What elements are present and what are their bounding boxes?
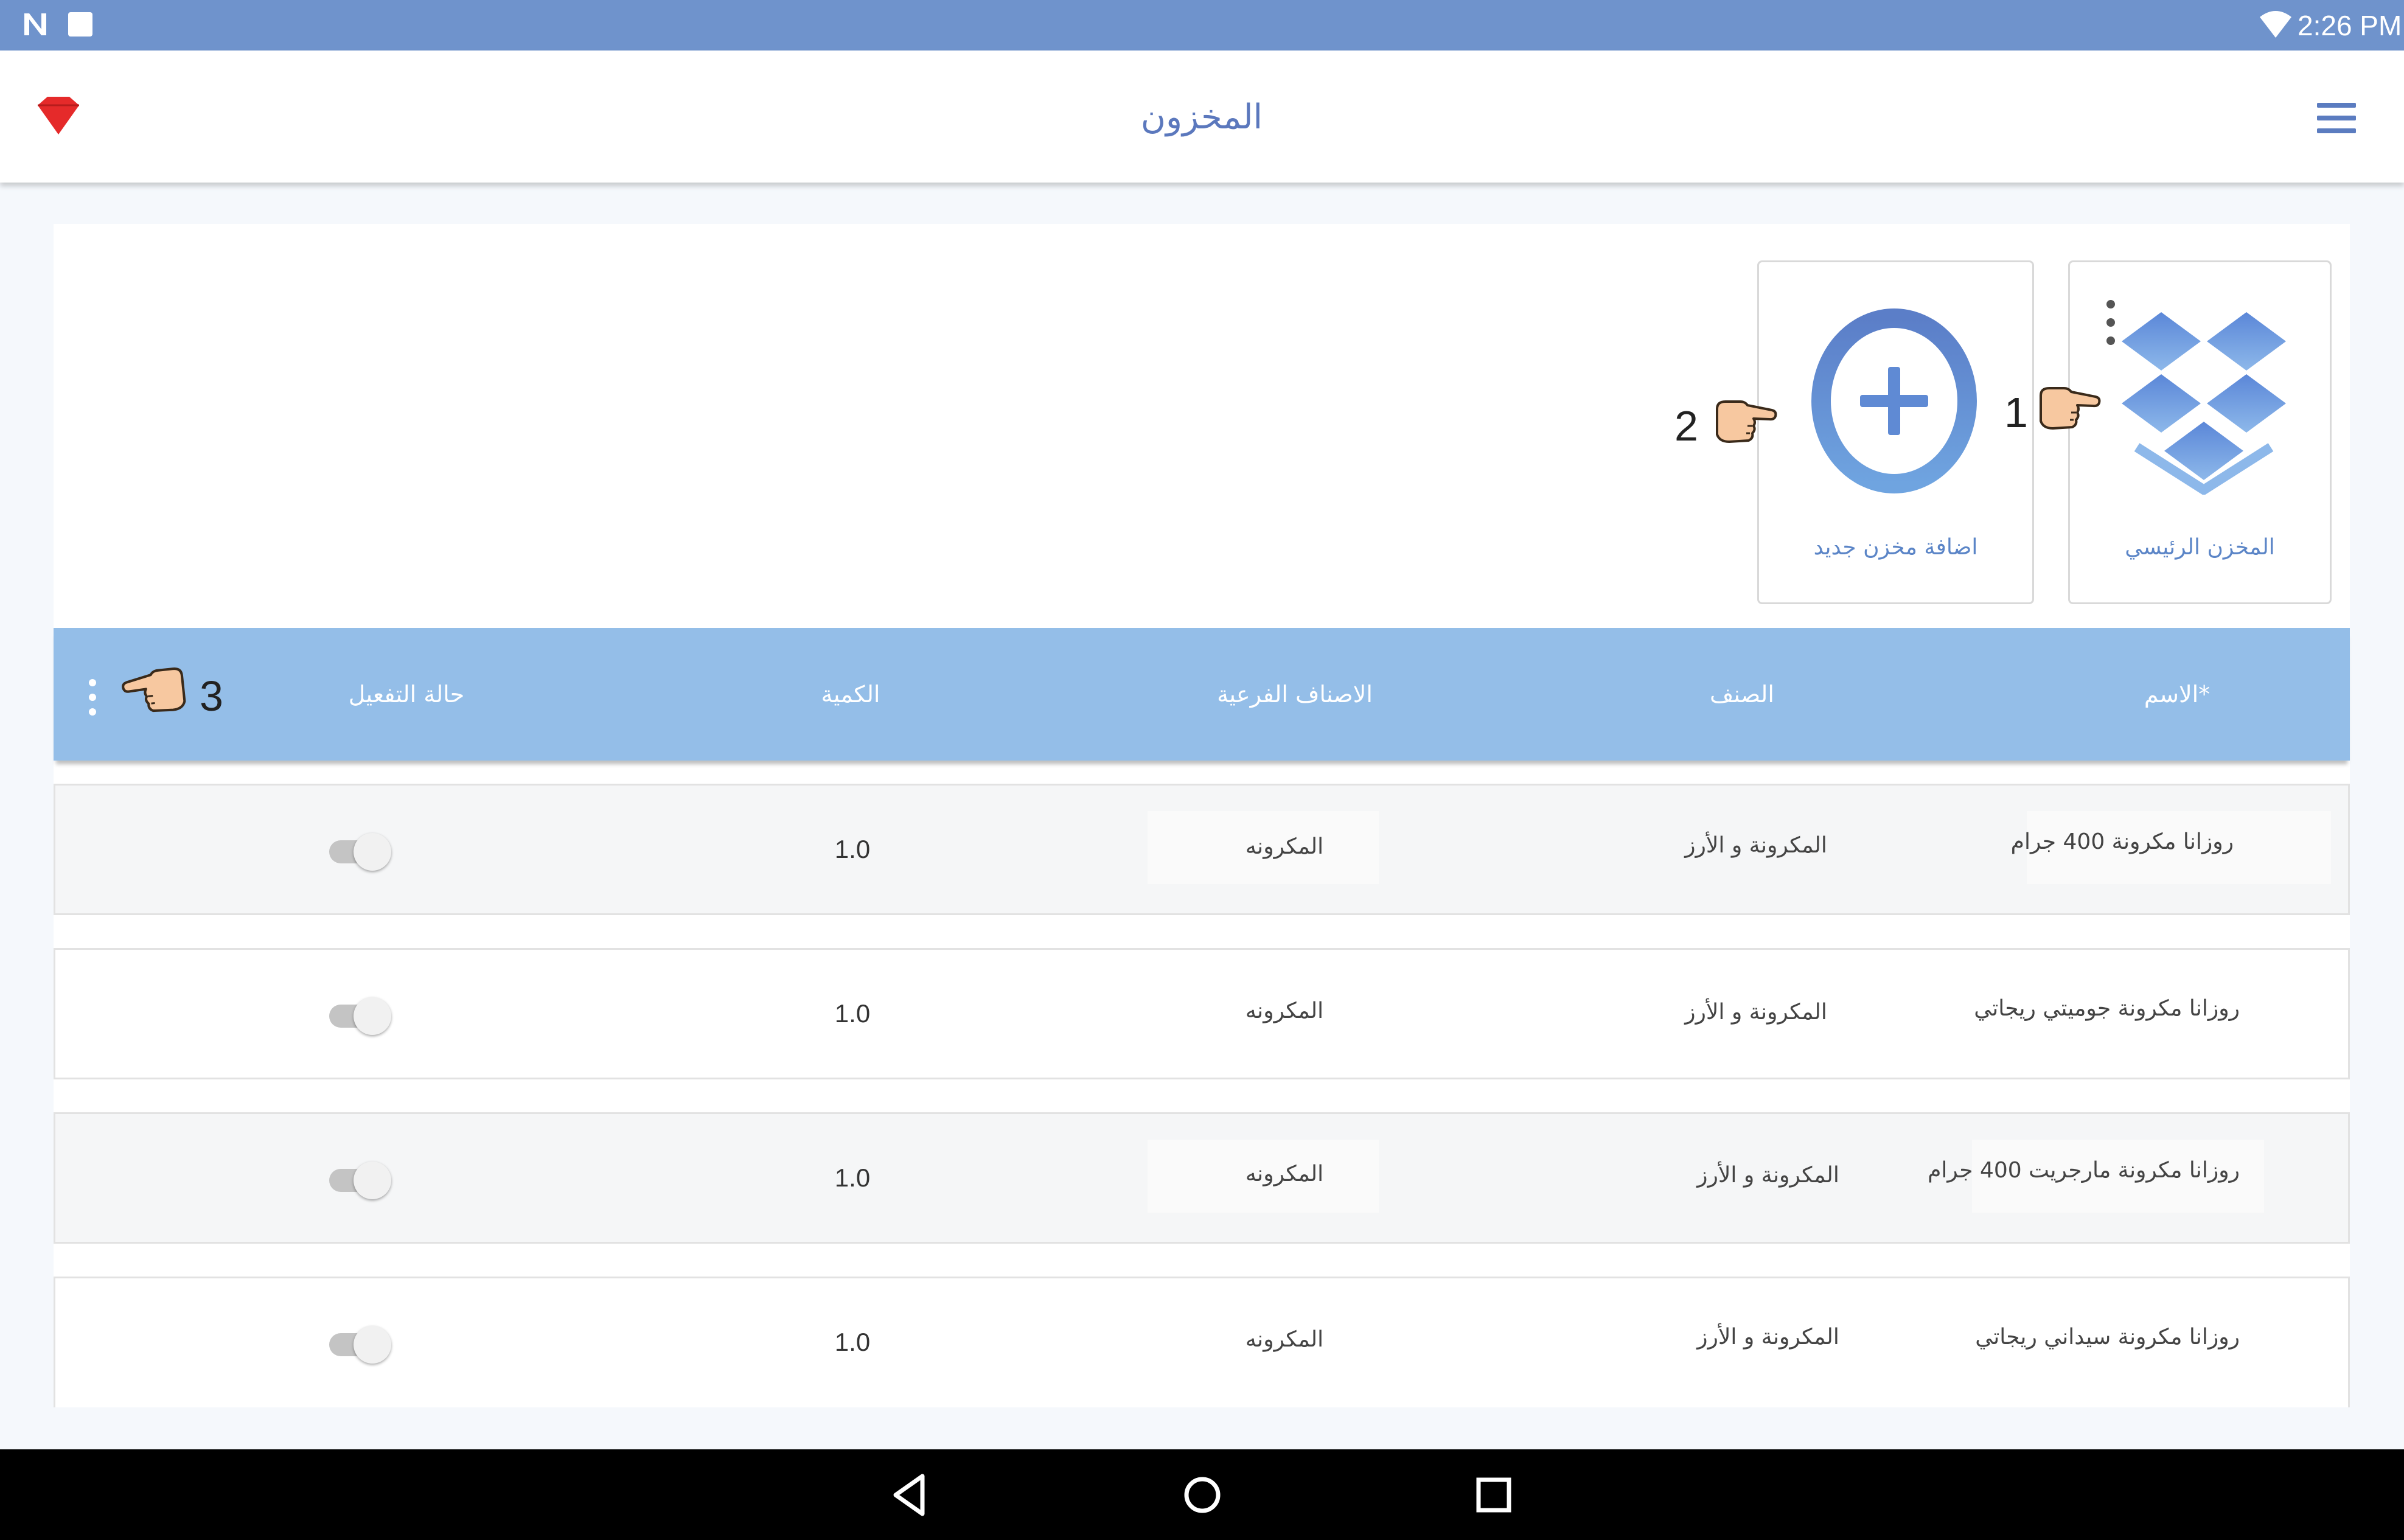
table-row[interactable]: روزانا مكرونة جوميتي ريجاتي المكرونة و ا… bbox=[54, 948, 2350, 1079]
warehouse-card-label: المخزن الرئيسي bbox=[2125, 535, 2275, 560]
activation-toggle[interactable] bbox=[329, 1162, 392, 1199]
column-header-quantity[interactable]: الكمية bbox=[699, 628, 1003, 761]
row-category: المكرونة و الأرز bbox=[1685, 833, 1827, 858]
status-time: 2:26 PM bbox=[2298, 10, 2402, 41]
activation-toggle[interactable] bbox=[329, 833, 392, 871]
row-quantity: 1.0 bbox=[834, 835, 871, 863]
inventory-panel: المخزن الرئيسي اضافة مخزن جديد 1 2 الاسم… bbox=[54, 224, 2350, 1407]
status-bar: 2:26 PM bbox=[0, 0, 2404, 51]
column-header-status[interactable]: حالة التفعيل bbox=[267, 628, 546, 761]
add-warehouse-label: اضافة مخزن جديد bbox=[1813, 535, 1978, 560]
annotation-number-3: 3 bbox=[200, 672, 223, 720]
wifi-icon bbox=[2260, 11, 2291, 38]
navigation-bar bbox=[0, 1449, 2404, 1540]
logo-icon bbox=[38, 97, 79, 134]
table-options-icon[interactable] bbox=[85, 679, 100, 716]
pointing-hand-icon bbox=[2040, 387, 2101, 430]
app-bar: المخزون bbox=[0, 51, 2404, 183]
home-icon[interactable] bbox=[1175, 1468, 1230, 1522]
dropbox-icon bbox=[2122, 312, 2286, 495]
table-row[interactable]: روزانا مكرونة سيداني ريجاتي المكرونة و ا… bbox=[54, 1277, 2350, 1407]
pointing-hand-icon bbox=[1716, 400, 1777, 443]
pointing-hand-icon bbox=[122, 667, 186, 713]
add-warehouse-card[interactable]: اضافة مخزن جديد bbox=[1757, 260, 2034, 604]
table-header: الاسم* الصنف الاصناف الفرعية الكمية حالة… bbox=[54, 628, 2350, 761]
warehouse-options-icon[interactable] bbox=[2104, 300, 2116, 349]
table-row[interactable]: روزانا مكرونة مارجريت 400 جرام المكرونة … bbox=[54, 1112, 2350, 1244]
activation-toggle[interactable] bbox=[329, 1326, 392, 1364]
add-circle-icon bbox=[1811, 308, 1977, 493]
row-category: المكرونة و الأرز bbox=[1697, 1325, 1839, 1350]
row-subcategory: المكرونه bbox=[1245, 1327, 1324, 1352]
annotation-number-2: 2 bbox=[1674, 402, 1698, 450]
n-notification-icon bbox=[24, 13, 46, 35]
row-subcategory: المكرونه bbox=[1245, 998, 1324, 1023]
row-quantity: 1.0 bbox=[834, 1328, 871, 1356]
row-subcategory: المكرونه bbox=[1245, 834, 1324, 859]
square-notification-icon bbox=[68, 12, 92, 37]
page-title: المخزون bbox=[1140, 97, 1263, 137]
warehouse-card-main[interactable]: المخزن الرئيسي bbox=[2068, 260, 2332, 604]
annotation-number-1: 1 bbox=[2004, 389, 2028, 436]
table-row[interactable]: روزانا مكرونة 400 جرام المكرونة و الأرز … bbox=[54, 784, 2350, 915]
activation-toggle[interactable] bbox=[329, 997, 392, 1035]
row-quantity: 1.0 bbox=[834, 1163, 871, 1192]
row-category: المكرونة و الأرز bbox=[1697, 1163, 1839, 1188]
back-icon[interactable] bbox=[883, 1468, 938, 1522]
recents-icon[interactable] bbox=[1466, 1468, 1521, 1522]
row-subcategory: المكرونه bbox=[1245, 1162, 1324, 1186]
hamburger-menu-icon[interactable] bbox=[2317, 103, 2356, 133]
row-quantity: 1.0 bbox=[834, 999, 871, 1028]
row-category: المكرونة و الأرز bbox=[1685, 1000, 1827, 1025]
column-header-name[interactable]: الاسم* bbox=[2025, 628, 2329, 761]
column-header-category[interactable]: الصنف bbox=[1575, 628, 1909, 761]
column-header-subcategories[interactable]: الاصناف الفرعية bbox=[1070, 628, 1520, 761]
